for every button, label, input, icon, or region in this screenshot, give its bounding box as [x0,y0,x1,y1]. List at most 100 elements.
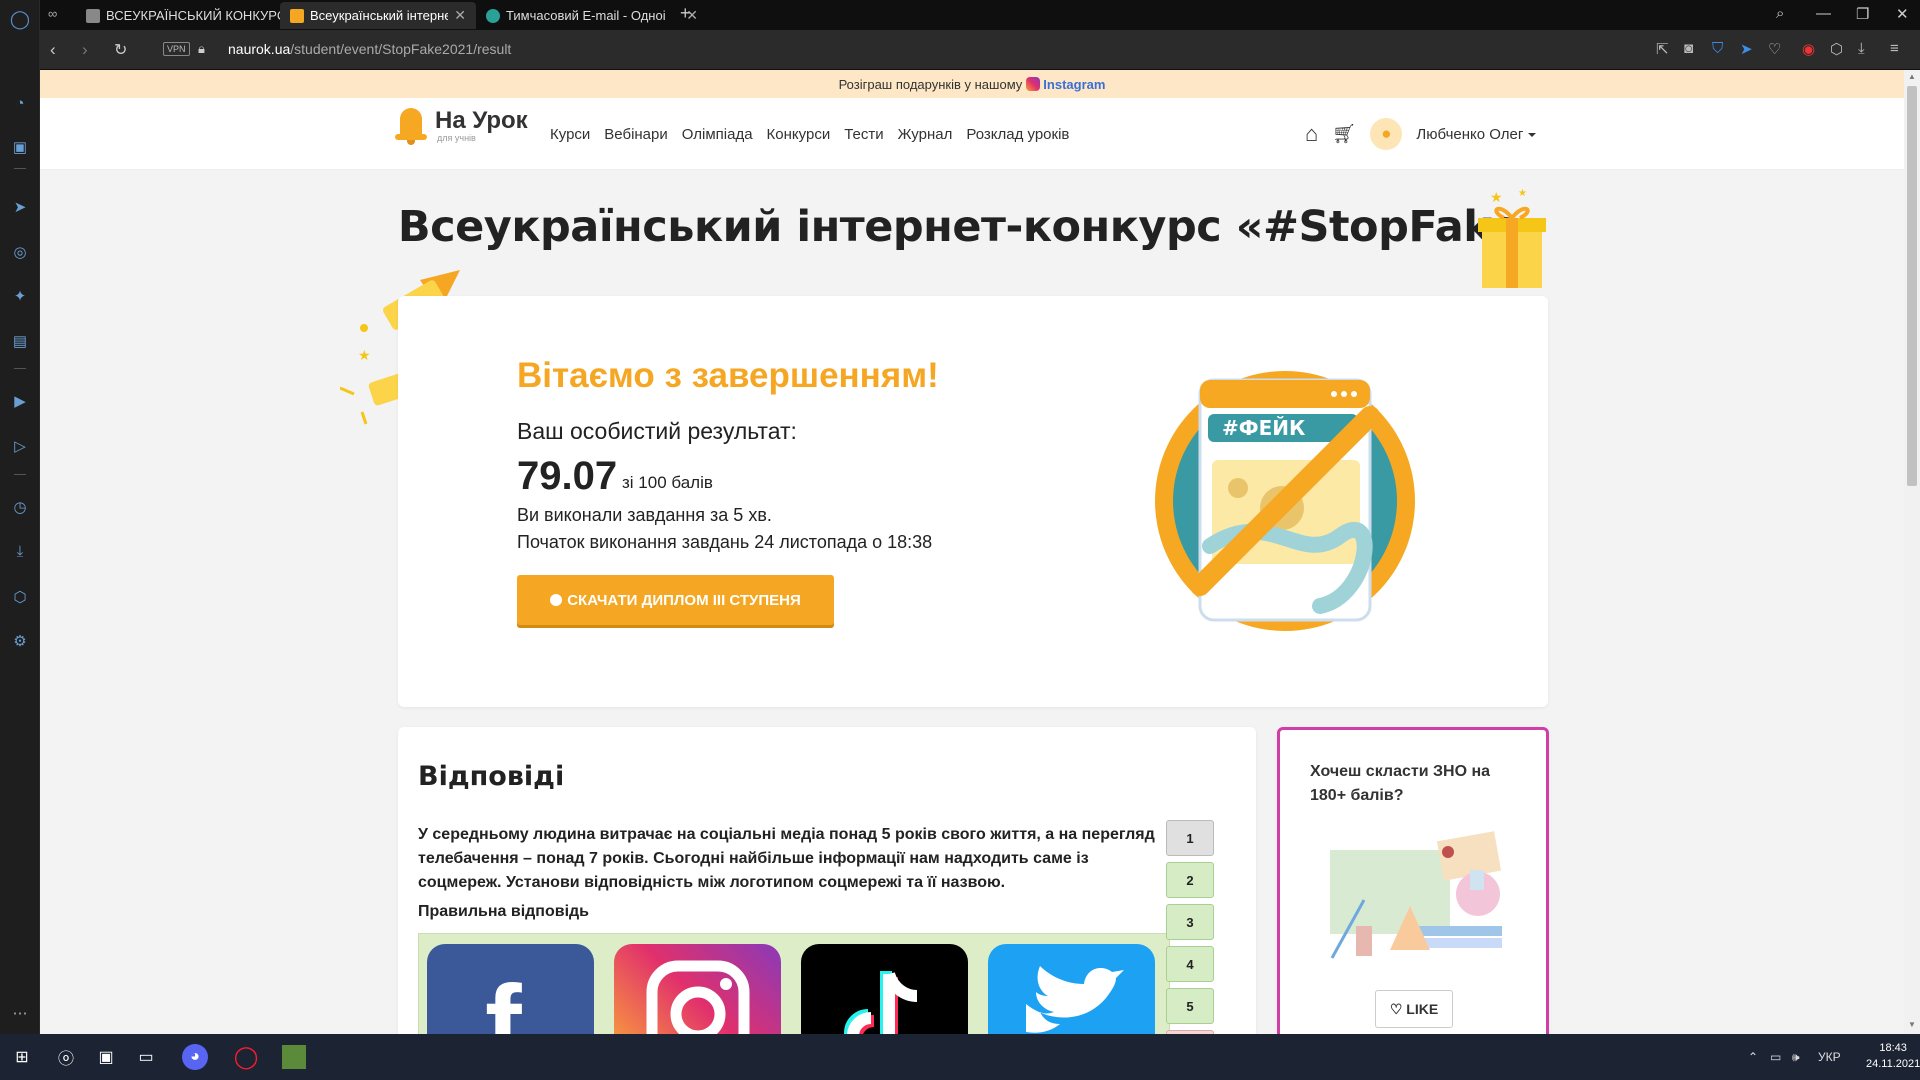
menu-item-contests[interactable]: Конкурси [767,126,831,143]
reload-icon[interactable]: ↻ [114,40,127,60]
page-title: Всеукраїнський інтернет-конкурс «#StopFa… [397,202,1547,252]
workspaces-icon[interactable]: ∞ [48,6,57,21]
easy-setup-icon[interactable]: ⇱ [1656,40,1669,58]
scroll-down-icon[interactable]: ▼ [1908,1020,1916,1029]
instagram-icon [1026,77,1041,91]
twitch-icon[interactable]: ▣ [9,136,31,158]
twitter-sidebar-icon[interactable]: ✦ [9,285,31,307]
store-icon[interactable]: ▣ [92,1043,120,1071]
question-nav-button[interactable]: 4 [1166,946,1214,982]
tab-favicon-icon [86,8,100,23]
instagram-link[interactable]: Instagram [1043,77,1105,92]
tab-2[interactable]: Всеукраїнський інтернет-к ✕ [280,2,476,29]
zno-illustration [1330,831,1502,959]
scroll-up-icon[interactable]: ▲ [1908,72,1916,81]
speed-dial-icon[interactable]: ◔ [9,92,31,114]
minecraft-taskbar-icon[interactable] [282,1045,306,1069]
more-icon[interactable]: ⋯ [9,1002,31,1024]
heart-outline-icon: ♡ [1389,1000,1407,1017]
avatar[interactable]: ● [1370,118,1403,150]
opera-red-icon[interactable]: ◉ [1802,40,1815,58]
home-icon[interactable]: ⌂ [1305,121,1318,147]
svg-text:f: f [485,963,522,1034]
promo-banner[interactable]: Розіграш подарунків у нашому Instagram [40,70,1904,98]
correct-answer-logos: f [418,933,1170,1034]
file-explorer-icon[interactable]: ▭ [132,1043,160,1071]
discord-taskbar-icon[interactable]: ◕ [182,1044,208,1070]
minimize-icon[interactable]: — [1816,5,1831,22]
history-icon[interactable]: ◷ [9,496,31,518]
question-nav-button[interactable]: 5 [1166,988,1214,1024]
url-field[interactable]: naurok.ua/student/event/StopFake2021/res… [228,41,511,57]
forward-icon[interactable]: › [82,40,88,60]
page-scrollbar[interactable]: ▲ ▼ [1904,70,1920,1034]
facebook-logo-icon: f [427,944,594,1034]
menu-item-webinars[interactable]: Вебінари [604,126,667,143]
tab-close-icon[interactable]: ✕ [454,7,466,24]
extensions-icon[interactable]: ⬡ [9,586,31,608]
menu-item-olympiad[interactable]: Олімпіада [682,126,753,143]
windows-start-icon[interactable]: ⊞ [8,1043,36,1071]
start-text: Початок виконання завдань 24 листопада о… [517,532,933,552]
volume-icon[interactable]: 🕪︎ [1792,1050,1800,1065]
download-diploma-button[interactable]: СКАЧАТИ ДИПЛОМ ІІІ СТУПЕНЯ [517,575,834,625]
flow-icon[interactable]: ▷ [9,435,31,457]
naurok-logo[interactable]: На Урок для учнів [395,106,528,146]
opera-taskbar-icon[interactable]: ⓞ [52,1043,80,1071]
like-button[interactable]: ♡ LIKE [1375,990,1453,1028]
menu-item-courses[interactable]: Курси [550,126,590,143]
settings-icon[interactable]: ⚙ [9,630,31,652]
bell-icon [395,106,427,146]
lock-icon[interactable]: 🔒︎ [198,41,205,57]
opera-menu-icon[interactable]: ◯ [9,8,31,30]
snapshot-icon[interactable]: ◙ [1684,40,1693,57]
discord-icon[interactable]: ▤ [9,330,31,352]
result-card: Вітаємо з завершенням! Ваш особистий рез… [398,296,1548,707]
player-icon[interactable]: ▶ [9,390,31,412]
shield-icon[interactable]: ⛉ [1712,40,1723,57]
instagram-sidebar-icon[interactable]: ◎ [9,241,31,263]
menu-icon[interactable]: ≡ [1890,40,1899,57]
instagram-logo-icon [614,944,781,1034]
menu-item-schedule[interactable]: Розклад уроків [966,126,1069,143]
tray-expand-icon[interactable]: ⌃ [1748,1050,1758,1064]
network-icon[interactable]: ▭ [1770,1050,1781,1064]
cart-icon[interactable]: 🛒︎ [1332,122,1356,146]
language-indicator[interactable]: УКР [1818,1050,1841,1064]
browser-sidebar: ◯ ◔ ▣ ➤ ◎ ✦ ▤ ▶ ▷ ◷ ⤓ ⬡ ⚙ ⋯ [0,0,40,1034]
result-label: Ваш особистий результат: [517,418,797,444]
vpn-badge[interactable]: VPN [163,42,190,56]
scrollbar-thumb[interactable] [1907,86,1917,486]
downloads-icon[interactable]: ⤓ [9,540,31,562]
heart-icon[interactable]: ♡ [1768,40,1781,58]
correct-answer-label: Правильна відповідь [418,903,589,920]
question-nav: 1 2 3 4 5 [1166,820,1214,1034]
user-menu[interactable]: Любченко Олег [1416,126,1536,143]
clock[interactable]: 18:43 24.11.2021 [1866,1040,1920,1072]
main-menu: Курси Вебінари Олімпіада Конкурси Тести … [550,126,1069,143]
tab-1[interactable]: ВСЕУКРАЇНСЬКИЙ КОНКУРС ✕ [76,2,312,29]
cube-icon[interactable]: ⬡ [1830,40,1843,58]
page-content: Розіграш подарунків у нашому Instagram Н… [40,70,1904,1034]
zno-ad-card[interactable]: Хочеш скласти ЗНО на 180+ балів? ♡ LIKE [1277,727,1549,1034]
close-window-icon[interactable]: ✕ [1896,5,1909,23]
gift-icon: ★ ★ [1478,188,1546,288]
user-area: ⌂ 🛒︎ ● Любченко Олег [1305,118,1536,150]
send-icon[interactable]: ➤ [1740,40,1753,58]
search-tabs-icon[interactable]: ⌕ [1776,5,1784,22]
menu-item-tests[interactable]: Тести [844,126,883,143]
tab-3[interactable]: Тимчасовий E-mail - Одноі ✕ [476,2,708,29]
question-nav-button[interactable]: 1 [1166,820,1214,856]
question-text: У середньому людина витрачає на соціальн… [418,826,1155,891]
download-icon[interactable]: ⤓ [1858,40,1865,57]
telegram-icon[interactable]: ➤ [9,196,31,218]
question-nav-button[interactable]: 3 [1166,904,1214,940]
new-tab-button[interactable]: + [680,3,691,24]
fake-news-illustration: #ФЕЙК [1155,371,1415,631]
opera-gx-taskbar-icon[interactable]: ◯ [232,1043,260,1071]
menu-item-journal[interactable]: Журнал [898,126,953,143]
question-nav-button[interactable]: 2 [1166,862,1214,898]
restore-icon[interactable]: ❐ [1856,5,1869,23]
tab-favicon-icon [290,8,304,23]
back-icon[interactable]: ‹ [50,40,56,60]
